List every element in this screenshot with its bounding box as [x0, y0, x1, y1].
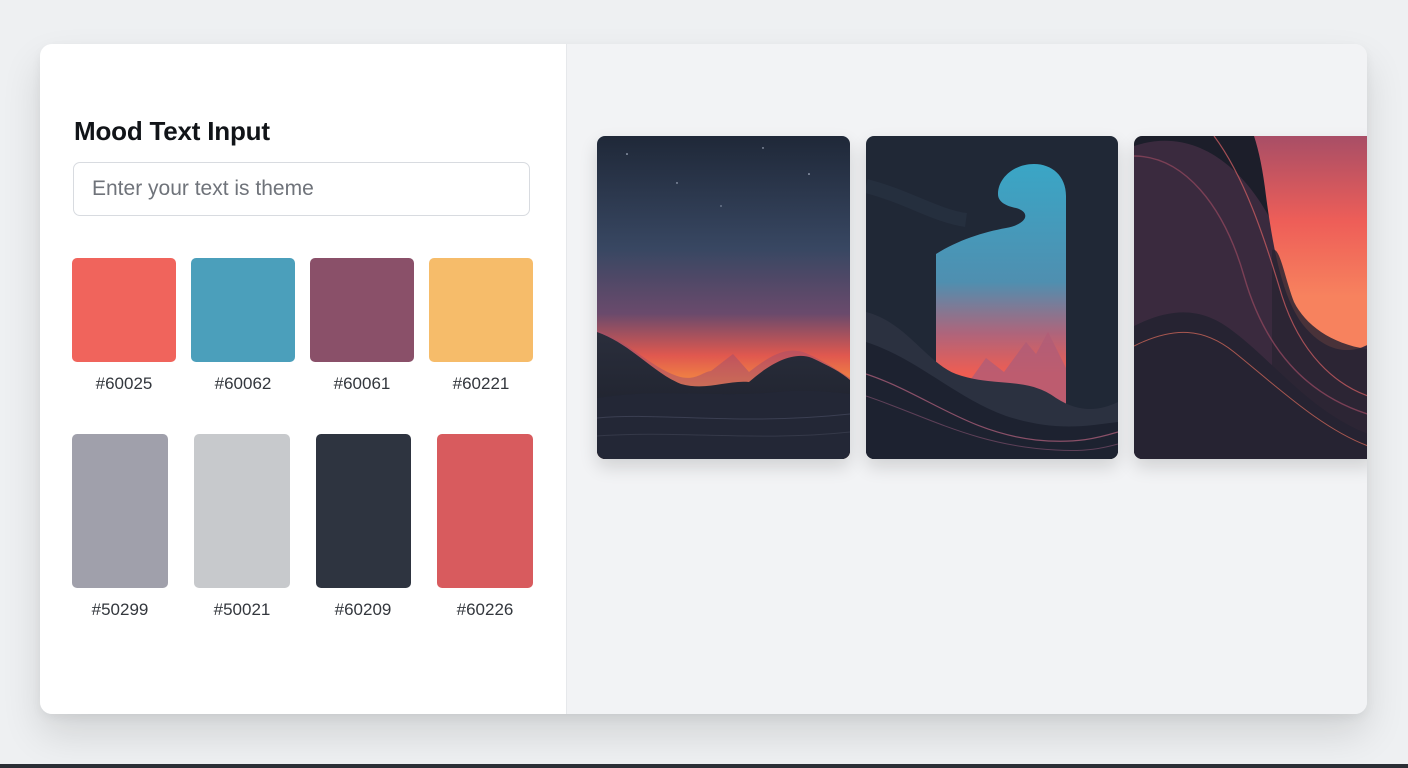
abstract-waves-image: [1134, 136, 1367, 459]
swatch-label: #60025: [95, 374, 153, 393]
swatch-label: #50021: [213, 600, 271, 619]
color-swatch[interactable]: [72, 434, 168, 588]
swatch-label: #60226: [456, 600, 514, 619]
panel-title: Mood Text Input: [74, 116, 270, 146]
color-swatch[interactable]: [72, 258, 176, 362]
bottom-edge-bar: [0, 764, 1408, 768]
color-swatch[interactable]: [194, 434, 290, 588]
swatch-label: #60061: [333, 374, 391, 393]
mood-input-panel: Mood Text Input #60025 #60062 #60061 #60…: [40, 44, 567, 714]
swatch-label: #60062: [214, 374, 272, 393]
mountain-sunset-image: [597, 136, 850, 459]
color-swatch[interactable]: [191, 258, 295, 362]
swatch-label: #60221: [452, 374, 510, 393]
portal-arch-artwork[interactable]: [866, 136, 1118, 459]
page: Mood Text Input #60025 #60062 #60061 #60…: [0, 0, 1408, 768]
mood-board-card: Mood Text Input #60025 #60062 #60061 #60…: [40, 44, 1367, 714]
gallery-panel: [567, 44, 1367, 714]
swatch-label: #60209: [334, 600, 392, 619]
mountain-sunset-artwork[interactable]: [597, 136, 850, 459]
color-swatch[interactable]: [429, 258, 533, 362]
color-swatch[interactable]: [310, 258, 414, 362]
mood-text-input[interactable]: [73, 162, 530, 216]
portal-arch-image: [866, 136, 1118, 459]
swatch-label: #50299: [91, 600, 149, 619]
abstract-waves-artwork[interactable]: [1134, 136, 1367, 459]
color-swatch[interactable]: [437, 434, 533, 588]
color-swatch[interactable]: [316, 434, 411, 588]
